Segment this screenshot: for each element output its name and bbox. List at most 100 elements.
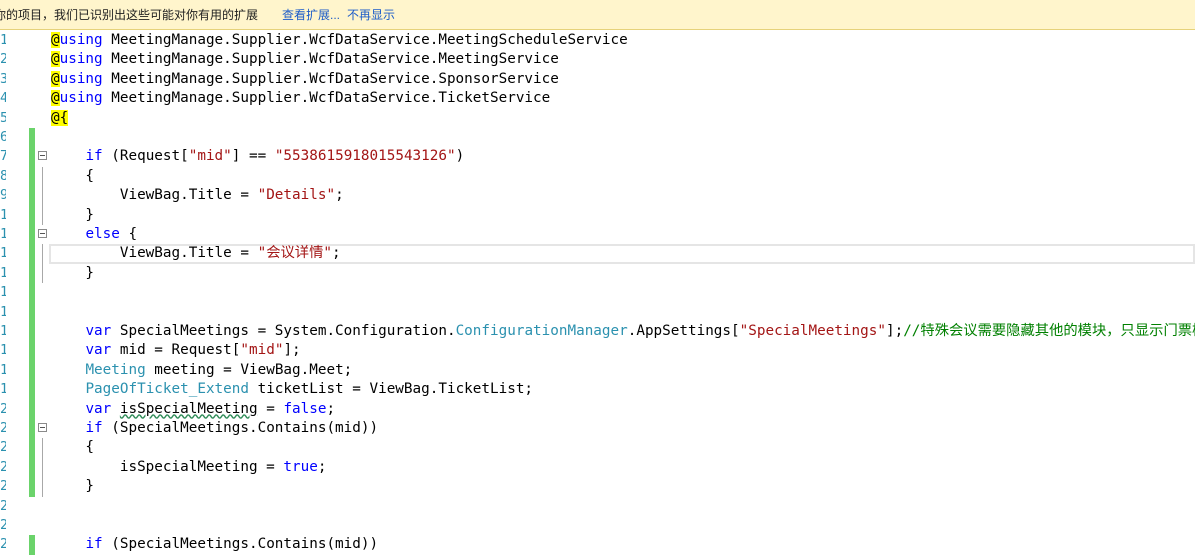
code-line[interactable]: 13 } <box>0 263 1195 284</box>
code-line[interactable]: 24 } <box>0 477 1195 497</box>
change-marker <box>29 341 35 361</box>
line-number: 22 <box>0 439 6 456</box>
line-number: 6 <box>0 129 6 145</box>
code-token: (Request[ <box>102 148 189 165</box>
code-editor[interactable]: 1 @using MeetingManage.Supplier.WcfDataSe… <box>0 31 1195 555</box>
code-token: meeting = ViewBag.Meet; <box>145 361 353 378</box>
code-line[interactable]: 21 if (SpecialMeetings.Contains(mid)) <box>0 419 1195 439</box>
code-text[interactable]: @using MeetingManage.Supplier.WcfDataSer… <box>51 31 628 50</box>
code-line[interactable]: 4 @using MeetingManage.Supplier.WcfDataSe… <box>0 89 1195 108</box>
code-token: if <box>85 148 103 165</box>
code-token: } <box>51 206 95 223</box>
code-line[interactable]: 25 <box>0 497 1195 516</box>
code-text[interactable]: else { <box>51 225 137 244</box>
code-token: if <box>85 420 103 436</box>
code-line[interactable]: 15 <box>0 302 1195 322</box>
code-line[interactable]: 9 ViewBag.Title = "Details"; <box>0 186 1195 206</box>
code-token: ; <box>326 400 336 417</box>
code-line[interactable]: 16 var SpecialMeetings = System.Configur… <box>0 322 1195 342</box>
line-number: 16 <box>0 323 6 339</box>
code-line[interactable]: 26 <box>0 516 1195 535</box>
dont-show-again-link[interactable]: 不再显示 <box>347 0 395 30</box>
collapse-icon[interactable] <box>38 151 47 161</box>
code-line[interactable]: 6 <box>0 128 1195 148</box>
code-line[interactable]: 17 var mid = Request["mid"]; <box>0 341 1195 361</box>
code-token: @ <box>51 32 60 48</box>
code-text[interactable]: @{ <box>51 109 69 128</box>
code-text[interactable]: if (SpecialMeetings.Contains(mid)) <box>51 535 378 554</box>
line-number: 8 <box>0 167 6 184</box>
code-text[interactable]: Meeting meeting = ViewBag.Meet; <box>51 361 352 380</box>
code-line[interactable]: 11 else { <box>0 225 1195 245</box>
code-token: ; <box>317 458 327 475</box>
code-text[interactable]: isSpecialMeeting = true; <box>51 458 327 477</box>
code-text[interactable]: } <box>51 206 94 225</box>
code-text[interactable]: ViewBag.Title = "Details"; <box>51 186 344 205</box>
code-text[interactable]: @using MeetingManage.Supplier.WcfDataSer… <box>51 50 559 69</box>
change-marker <box>29 302 35 322</box>
code-line[interactable]: 14 <box>0 283 1195 303</box>
code-line[interactable]: 5 @{ <box>0 109 1195 128</box>
line-number: 3 <box>0 70 6 87</box>
code-text[interactable]: PageOfTicket_Extend ticketList = ViewBag… <box>51 380 533 399</box>
code-line[interactable]: 19 PageOfTicket_Extend ticketList = View… <box>0 380 1195 400</box>
code-line[interactable]: 22 { <box>0 438 1195 458</box>
code-line[interactable]: 20 var isSpecialMeeting = false; <box>0 399 1195 419</box>
line-number: 17 <box>0 342 6 359</box>
code-text[interactable]: if (SpecialMeetings.Contains(mid)) <box>51 419 378 438</box>
code-line[interactable]: 10 } <box>0 205 1195 225</box>
code-text[interactable]: } <box>51 264 94 283</box>
code-line[interactable]: 1 @using MeetingManage.Supplier.WcfDataSe… <box>0 31 1195 50</box>
code-token: ]; <box>283 342 301 359</box>
infobar-message: 你的项目，我们已识别出这些可能对你有用的扩展 <box>0 8 259 22</box>
code-token: ] == <box>231 148 275 165</box>
code-line[interactable]: 23 isSpecialMeeting = true; <box>0 457 1195 478</box>
code-token: using <box>59 90 103 107</box>
code-line[interactable]: 2 @using MeetingManage.Supplier.WcfDataSe… <box>0 50 1195 69</box>
change-marker <box>29 438 35 458</box>
code-text[interactable]: var SpecialMeetings = System.Configurati… <box>51 322 1195 341</box>
code-text[interactable]: var isSpecialMeeting = false; <box>51 400 335 419</box>
code-text[interactable]: { <box>51 167 94 186</box>
change-marker <box>29 535 35 555</box>
code-text[interactable]: @using MeetingManage.Supplier.WcfDataSer… <box>51 89 550 108</box>
code-token: MeetingManage.Supplier.WcfDataService.Me… <box>102 32 628 48</box>
code-line[interactable]: 8 { <box>0 166 1195 187</box>
change-marker <box>29 244 35 264</box>
code-token: ) <box>455 148 465 165</box>
collapse-icon[interactable] <box>38 229 47 238</box>
code-text[interactable]: var mid = Request["mid"]; <box>51 341 301 360</box>
code-text[interactable]: { <box>51 438 94 457</box>
code-text[interactable]: @using MeetingManage.Supplier.WcfDataSer… <box>51 70 559 89</box>
code-token: @ <box>51 51 60 68</box>
code-text[interactable]: if (Request["mid"] == "55386159180155431… <box>51 147 464 166</box>
code-token: "5538615918015543126" <box>274 148 456 165</box>
code-token: ConfigurationManager <box>455 323 628 339</box>
code-token: using <box>59 51 103 68</box>
collapse-icon[interactable] <box>38 423 47 432</box>
code-line[interactable]: 7 if (Request["mid"] == "553861591801554… <box>0 147 1195 167</box>
code-line[interactable]: 18 Meeting meeting = ViewBag.Meet; <box>0 360 1195 381</box>
code-text[interactable]: ViewBag.Title = "会议详情"; <box>51 244 341 263</box>
line-number: 25 <box>0 497 6 514</box>
change-marker <box>29 399 35 419</box>
line-number: 23 <box>0 458 6 475</box>
code-text[interactable]: } <box>51 477 94 496</box>
code-token: (SpecialMeetings.Contains(mid)) <box>102 536 379 553</box>
code-line[interactable]: 3 @using MeetingManage.Supplier.WcfDataSe… <box>0 70 1195 89</box>
code-token: ]; <box>885 323 904 339</box>
line-number: 5 <box>0 109 6 126</box>
fold-guide-line <box>42 263 43 284</box>
code-token: { <box>119 226 138 242</box>
code-token: MeetingManage.Supplier.WcfDataService.Me… <box>102 51 559 68</box>
line-number: 27 <box>0 536 6 553</box>
change-marker <box>29 457 35 478</box>
change-marker <box>29 263 35 284</box>
code-token: true <box>283 458 318 475</box>
code-line[interactable]: 27 if (SpecialMeetings.Contains(mid)) <box>0 535 1195 555</box>
view-extensions-link[interactable]: 查看扩展... <box>282 0 340 30</box>
code-line[interactable]: 12 ViewBag.Title = "会议详情"; <box>0 244 1195 264</box>
